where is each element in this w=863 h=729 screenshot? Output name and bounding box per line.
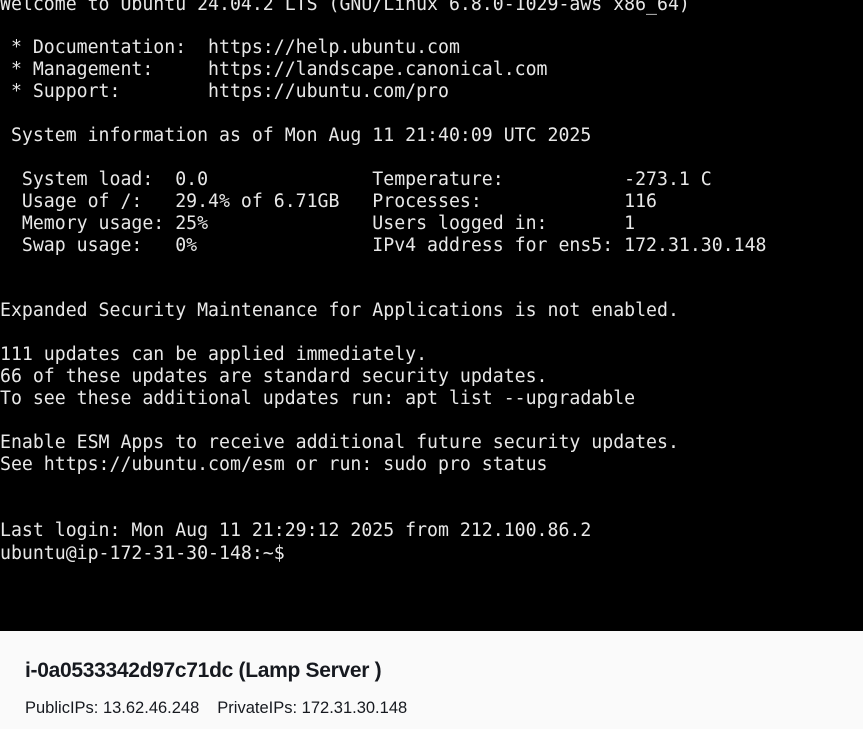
instance-title: i-0a0533342d97c71dc (Lamp Server ) — [25, 659, 382, 682]
esm-apps-line: See https://ubuntu.com/esm or run: sudo … — [0, 454, 548, 475]
esm-apps-line: Enable ESM Apps to receive additional fu… — [0, 432, 679, 453]
management-link-line: * Management: https://landscape.canonica… — [0, 59, 548, 80]
support-link-line: * Support: https://ubuntu.com/pro — [0, 81, 449, 102]
updates-line: To see these additional updates run: apt… — [0, 388, 636, 409]
instance-info-panel: i-0a0533342d97c71dc (Lamp Server ) Publi… — [0, 631, 863, 729]
terminal-cursor — [285, 542, 295, 562]
sysinfo-row: Usage of /: 29.4% of 6.71GB Processes: 1… — [0, 191, 657, 212]
terminal-window[interactable]: Welcome to Ubuntu 24.04.2 LTS (GNU/Linux… — [0, 0, 863, 631]
shell-prompt-line[interactable]: ubuntu@ip-172-31-30-148:~$ — [0, 542, 295, 564]
documentation-link-line: * Documentation: https://help.ubuntu.com — [0, 37, 460, 58]
public-ips: PublicIPs: 13.62.46.248 — [25, 699, 200, 717]
sysinfo-header: System information as of Mon Aug 11 21:4… — [0, 125, 592, 146]
sysinfo-row: Swap usage: 0% IPv4 address for ens5: 17… — [0, 235, 767, 256]
welcome-message: Welcome to Ubuntu 24.04.2 LTS (GNU/Linux… — [0, 0, 690, 15]
esm-notice: Expanded Security Maintenance for Applic… — [0, 300, 679, 321]
shell-prompt: ubuntu@ip-172-31-30-148:~$ — [0, 543, 285, 564]
updates-line: 111 updates can be applied immediately. — [0, 344, 428, 365]
updates-line: 66 of these updates are standard securit… — [0, 366, 548, 387]
instance-ip-row: PublicIPs: 13.62.46.248 PrivateIPs: 172.3… — [25, 699, 407, 718]
private-ips: PrivateIPs: 172.31.30.148 — [217, 699, 408, 717]
last-login-line: Last login: Mon Aug 11 21:29:12 2025 fro… — [0, 520, 592, 541]
sysinfo-row: Memory usage: 25% Users logged in: 1 — [0, 213, 636, 234]
sysinfo-row: System load: 0.0 Temperature: -273.1 C — [0, 169, 712, 190]
